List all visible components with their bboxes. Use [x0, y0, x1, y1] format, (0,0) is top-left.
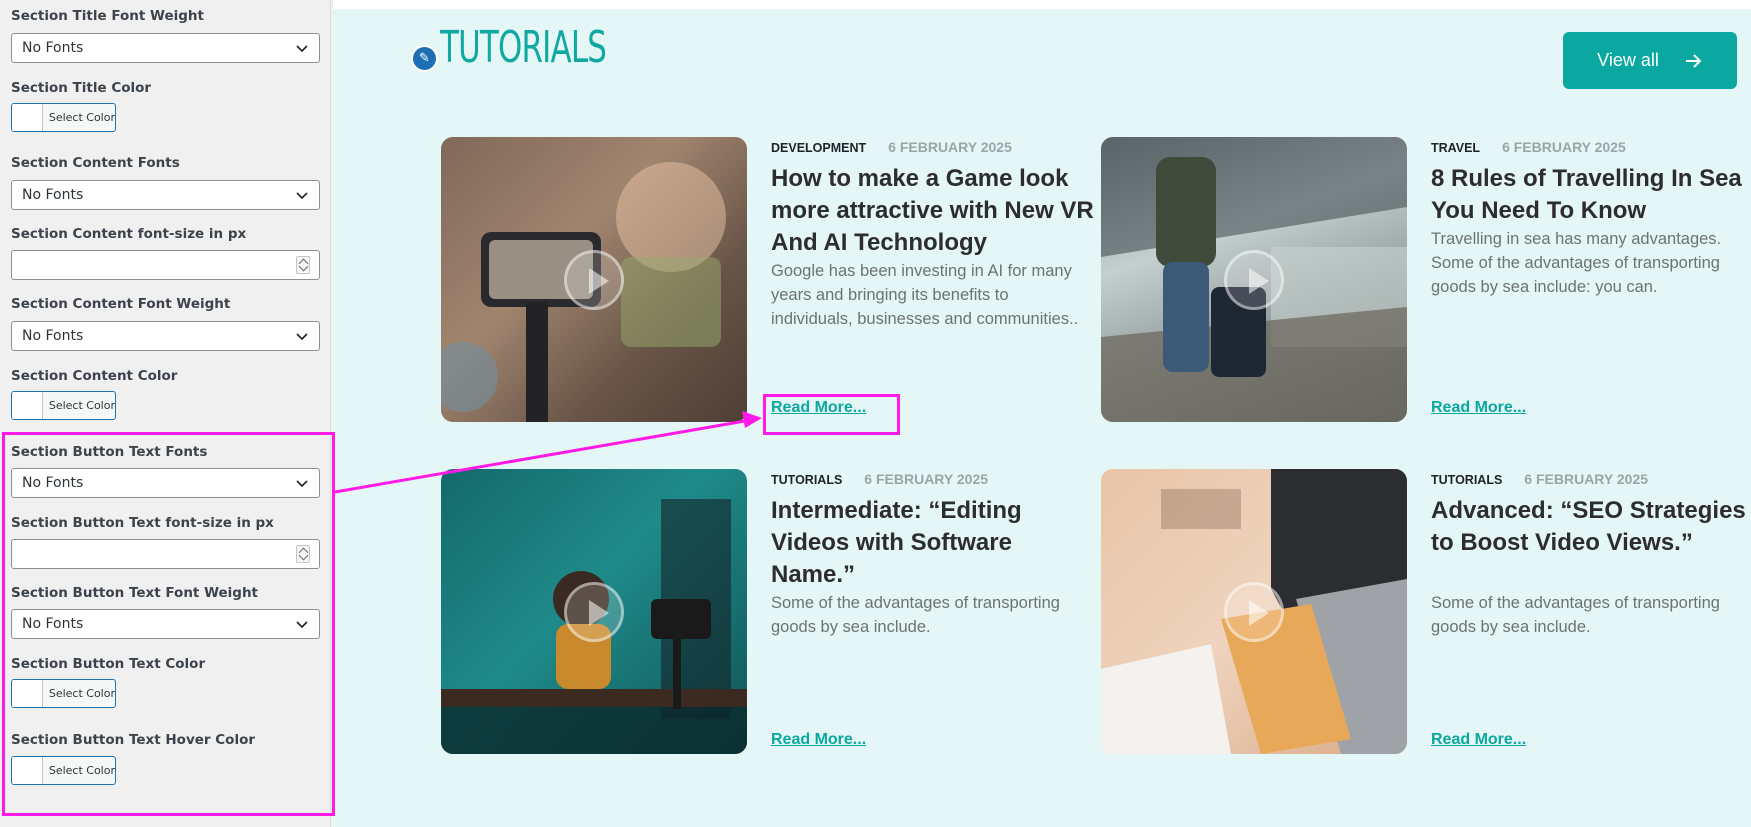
- highlight-box-read-more: [763, 394, 900, 435]
- card-category[interactable]: TUTORIALS: [771, 473, 842, 487]
- title-font-weight-label: Section Title Font Weight: [11, 8, 204, 24]
- read-more-link[interactable]: Read More...: [771, 731, 866, 749]
- play-icon[interactable]: [564, 249, 624, 310]
- color-swatch: [12, 104, 43, 131]
- card-meta: TUTORIALS 6 FEBRUARY 2025: [1431, 471, 1648, 487]
- chevron-down-icon: [296, 45, 308, 53]
- select-color-text: Select Color: [48, 399, 115, 412]
- card-title[interactable]: Intermediate: “Editing Videos with Softw…: [771, 495, 1101, 591]
- card-category[interactable]: TUTORIALS: [1431, 473, 1502, 487]
- card-date: 6 FEBRUARY 2025: [1502, 139, 1626, 155]
- view-all-button[interactable]: View all: [1563, 32, 1737, 89]
- read-more-link[interactable]: Read More...: [1431, 399, 1526, 417]
- card-meta: DEVELOPMENT 6 FEBRUARY 2025: [771, 139, 1012, 155]
- highlight-box-button-settings: [2, 432, 335, 816]
- content-fonts-label: Section Content Fonts: [11, 155, 180, 171]
- view-all-label: View all: [1597, 50, 1659, 70]
- content-font-weight-select[interactable]: No Fonts: [11, 321, 320, 351]
- card-meta: TRAVEL 6 FEBRUARY 2025: [1431, 139, 1626, 155]
- card-excerpt: Google has been investing in AI for many…: [771, 262, 1079, 328]
- card-title[interactable]: Advanced: “SEO Strategies to Boost Video…: [1431, 495, 1751, 559]
- content-font-size-label: Section Content font-size in px: [11, 226, 247, 242]
- title-font-weight-select[interactable]: No Fonts: [11, 33, 320, 63]
- select-color-text: Select Color: [48, 111, 115, 124]
- card-image-traveller[interactable]: [1101, 137, 1407, 422]
- card-category[interactable]: TRAVEL: [1431, 141, 1480, 155]
- preview-top-strip: [333, 0, 1751, 9]
- title-color-button[interactable]: Select Color: [11, 103, 116, 132]
- card-image-phone-gimbal[interactable]: [441, 137, 747, 422]
- read-more-link[interactable]: Read More...: [1431, 731, 1526, 749]
- arrow-right-icon: [1685, 53, 1702, 68]
- content-fonts-select[interactable]: No Fonts: [11, 180, 320, 210]
- card-meta: TUTORIALS 6 FEBRUARY 2025: [771, 471, 988, 487]
- card-excerpt: Some of the advantages of transporting g…: [771, 594, 1060, 636]
- card-date: 6 FEBRUARY 2025: [864, 471, 989, 487]
- color-swatch: [12, 392, 43, 419]
- play-icon[interactable]: [1224, 581, 1284, 642]
- content-color-button[interactable]: Select Color: [11, 391, 116, 420]
- select-value: No Fonts: [22, 40, 84, 56]
- number-spinner[interactable]: [296, 256, 310, 274]
- card-excerpt: Travelling in sea has many advantages. S…: [1431, 230, 1722, 296]
- title-color-label: Section Title Color: [11, 80, 152, 96]
- section-title: TUTORIALS: [440, 22, 607, 73]
- pencil-icon: ✎: [411, 45, 438, 72]
- card-excerpt: Some of the advantages of transporting g…: [1431, 594, 1720, 636]
- card-category[interactable]: DEVELOPMENT: [771, 141, 866, 155]
- content-color-label: Section Content Color: [11, 368, 178, 384]
- card-image-laptop-flatlay[interactable]: [1101, 469, 1407, 754]
- content-font-weight-label: Section Content Font Weight: [11, 296, 231, 312]
- content-font-size-input[interactable]: [11, 250, 320, 280]
- card-title[interactable]: How to make a Game look more attractive …: [771, 163, 1101, 259]
- card-date: 6 FEBRUARY 2025: [1524, 471, 1649, 487]
- chevron-down-icon: [296, 192, 308, 200]
- card-title[interactable]: 8 Rules of Travelling In Sea You Need To…: [1431, 163, 1751, 227]
- card-date: 6 FEBRUARY 2025: [888, 139, 1012, 155]
- card-image-video-editor[interactable]: [441, 469, 747, 754]
- play-icon[interactable]: [1224, 249, 1284, 310]
- play-icon[interactable]: [564, 581, 624, 642]
- select-value: No Fonts: [22, 328, 84, 344]
- select-value: No Fonts: [22, 187, 84, 203]
- chevron-down-icon: [296, 333, 308, 341]
